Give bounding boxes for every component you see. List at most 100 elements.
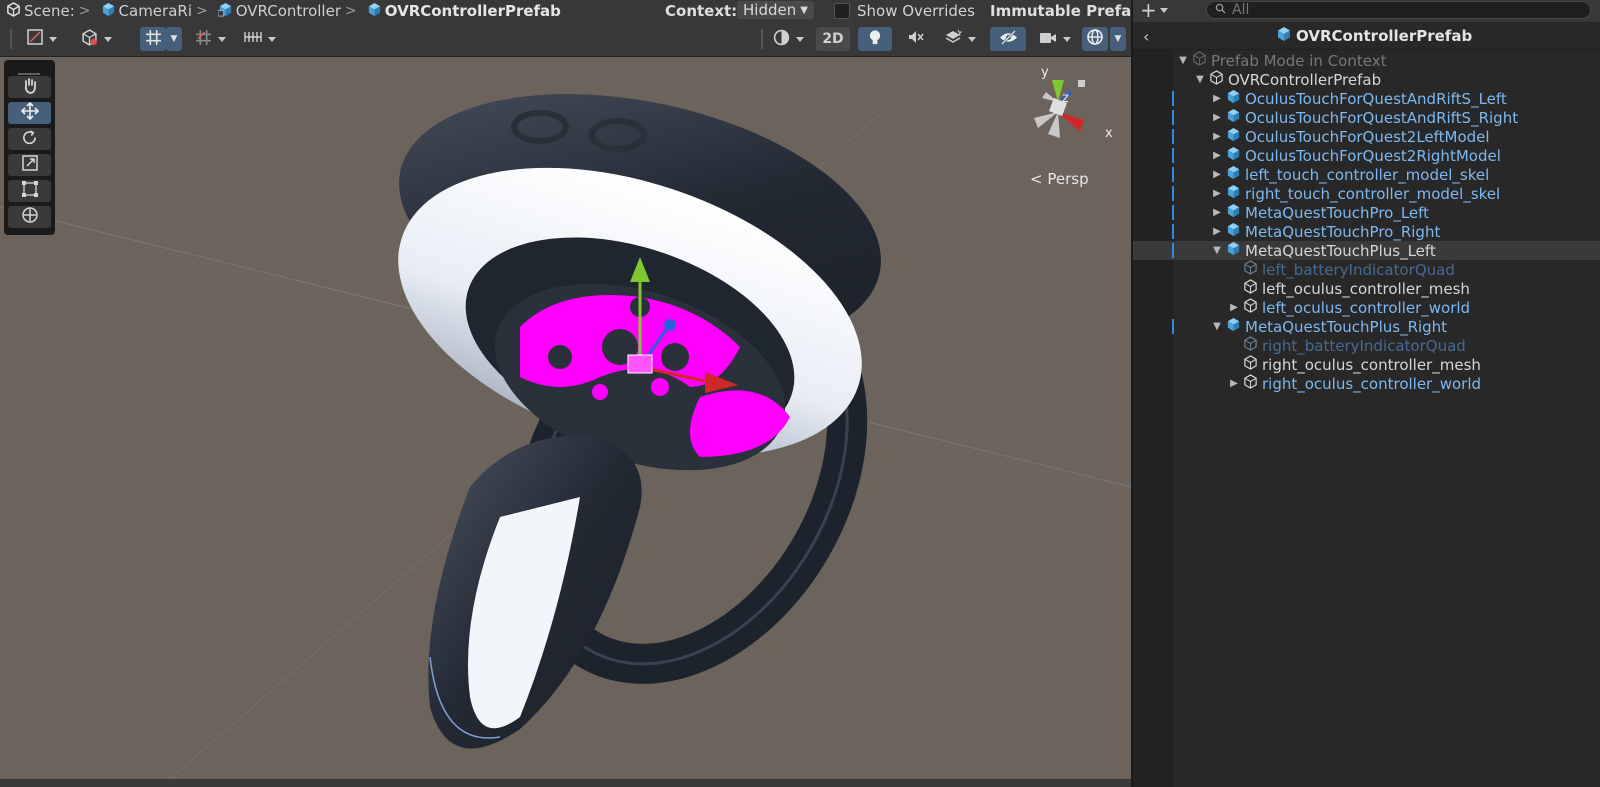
prefab-cube-icon [1226, 146, 1241, 165]
toggle-2d-button[interactable]: 2D [816, 27, 850, 51]
hierarchy-row-label: right_touch_controller_model_skel [1245, 184, 1501, 203]
expand-down-icon[interactable]: ▼ [1211, 245, 1223, 256]
gizmos-button[interactable] [1082, 27, 1108, 51]
hierarchy-row-label: MetaQuestTouchPlus_Right [1245, 317, 1448, 336]
unity-scene-icon [6, 1, 21, 21]
gameobject-cube-icon [1243, 355, 1258, 374]
hierarchy-row-label: left_touch_controller_model_skel [1245, 165, 1490, 184]
chevron-down-icon[interactable] [1160, 8, 1168, 13]
hierarchy-row[interactable]: ▼ OVRControllerPrefab [1133, 70, 1600, 89]
context-label: Context: [665, 2, 738, 20]
scene-audio-button[interactable] [900, 27, 930, 51]
hierarchy-row-label: right_oculus_controller_mesh [1262, 355, 1481, 374]
prefab-header: ‹ OVRControllerPrefab [1133, 24, 1600, 50]
rotate-icon [21, 129, 38, 150]
hierarchy-row[interactable]: left_oculus_controller_mesh [1133, 279, 1600, 298]
scene-visibility-button[interactable] [990, 27, 1026, 51]
scene-lighting-button[interactable] [858, 27, 892, 51]
chevron-down-icon: ▼ [170, 34, 178, 44]
override-marker [1172, 91, 1174, 106]
expand-right-icon[interactable]: ▶ [1211, 150, 1223, 161]
gizmos-dropdown[interactable]: ▼ [1110, 27, 1126, 51]
eye-hidden-icon [999, 29, 1018, 49]
grid-snap-dropdown[interactable]: ▼ [166, 27, 182, 51]
hierarchy-row[interactable]: ▼ MetaQuestTouchPlus_Right [1133, 317, 1600, 336]
scene-view[interactable] [0, 57, 1131, 779]
search-icon [1215, 2, 1226, 18]
expand-right-icon[interactable]: ▶ [1211, 226, 1223, 237]
hierarchy-row[interactable]: ▶ OculusTouchForQuest2LeftModel [1133, 127, 1600, 146]
scale-tool-button[interactable] [8, 154, 51, 176]
prefab-cube-icon [1226, 127, 1241, 146]
hierarchy-row[interactable]: left_batteryIndicatorQuad [1133, 260, 1600, 279]
hierarchy-row[interactable]: ▶ left_oculus_controller_world [1133, 298, 1600, 317]
breadcrumb-separator-icon: > [78, 3, 91, 19]
orientation-gizmo[interactable]: y z x [1018, 62, 1128, 157]
prefab-cube-icon [1226, 222, 1241, 241]
expand-down-icon[interactable]: ▼ [1194, 74, 1206, 85]
prefab-cube-icon [1226, 184, 1241, 203]
increment-snap-button[interactable] [190, 27, 230, 51]
tools-overlay [4, 60, 55, 235]
expand-down-icon[interactable]: ▼ [1211, 321, 1223, 332]
breadcrumb-camerarig[interactable]: CameraRi [95, 2, 192, 21]
gizmo-lock-icon[interactable] [1078, 80, 1085, 87]
hierarchy-row[interactable]: ▶ OculusTouchForQuestAndRiftS_Right [1133, 108, 1600, 127]
overlay-grip-icon[interactable] [18, 64, 40, 79]
prefab-cube-icon [1276, 26, 1292, 46]
lightbulb-icon [867, 29, 883, 50]
expand-right-icon[interactable]: ▶ [1228, 302, 1240, 313]
breadcrumb-scene[interactable]: Scene: [0, 1, 75, 21]
create-plus-icon[interactable]: + [1140, 0, 1157, 20]
search-input[interactable] [1230, 1, 1564, 19]
perspective-toggle[interactable]: < Persp [1030, 170, 1089, 188]
transform-tool-button[interactable] [8, 206, 51, 228]
hierarchy-row[interactable]: ▶ MetaQuestTouchPro_Left [1133, 203, 1600, 222]
hierarchy-row[interactable]: right_oculus_controller_mesh [1133, 355, 1600, 374]
show-overrides-toggle[interactable]: Show Overrides [834, 0, 975, 22]
override-marker [1172, 224, 1174, 239]
hierarchy-row[interactable]: right_batteryIndicatorQuad [1133, 336, 1600, 355]
shading-sphere-button[interactable] [768, 27, 808, 51]
gameobject-cube-icon [1243, 260, 1258, 279]
hierarchy-search[interactable] [1206, 1, 1591, 19]
expand-right-icon[interactable]: ▶ [1211, 112, 1223, 123]
hierarchy-row[interactable]: ▶ OculusTouchForQuestAndRiftS_Left [1133, 89, 1600, 108]
hierarchy-row[interactable]: ▼ MetaQuestTouchPlus_Left [1133, 241, 1600, 260]
hierarchy-row[interactable]: ▶ right_oculus_controller_world [1133, 374, 1600, 393]
context-dropdown[interactable]: Hidden ▼ [737, 1, 814, 19]
move-arrows-icon [20, 101, 39, 124]
show-overrides-checkbox[interactable] [834, 3, 850, 19]
draw-mode-button[interactable] [20, 27, 64, 51]
hierarchy-row[interactable]: ▼ Prefab Mode in Context [1133, 51, 1600, 70]
rotate-tool-button[interactable] [8, 128, 51, 150]
render-mode-button[interactable] [74, 27, 118, 51]
rect-tool-button[interactable] [8, 180, 51, 202]
expand-right-icon[interactable]: ▶ [1211, 93, 1223, 104]
hierarchy-row[interactable]: ▶ right_touch_controller_model_skel [1133, 184, 1600, 203]
hierarchy-row-label: OculusTouchForQuestAndRiftS_Right [1245, 108, 1519, 127]
back-arrow-icon[interactable]: ‹ [1143, 27, 1149, 46]
effects-button[interactable] [938, 27, 982, 51]
breadcrumb-ovrcontroller[interactable]: OVRController [212, 2, 341, 21]
expand-right-icon[interactable]: ▶ [1228, 378, 1240, 389]
scene-gizmo-grid-button[interactable] [238, 27, 282, 51]
hierarchy-row[interactable]: ▶ MetaQuestTouchPro_Right [1133, 222, 1600, 241]
increment-snap-icon [195, 29, 212, 50]
breadcrumb-ovrcontrollerprefab[interactable]: OVRControllerPrefab [361, 2, 561, 21]
hierarchy-row[interactable]: ▶ OculusTouchForQuest2RightModel [1133, 146, 1600, 165]
expand-right-icon[interactable]: ▶ [1211, 131, 1223, 142]
expand-right-icon[interactable]: ▶ [1211, 207, 1223, 218]
grid-snap-button[interactable] [140, 27, 166, 51]
gameobject-cube-icon [1209, 70, 1224, 89]
shaded-sphere-icon [773, 29, 790, 50]
expand-right-icon[interactable]: ▶ [1211, 188, 1223, 199]
hand-tool-button[interactable] [8, 76, 51, 98]
hierarchy-row[interactable]: ▶ left_touch_controller_model_skel [1133, 165, 1600, 184]
gameobject-cube-icon [1243, 336, 1258, 355]
expand-right-icon[interactable]: ▶ [1211, 169, 1223, 180]
move-tool-button[interactable] [8, 101, 51, 124]
controller-model-render [0, 94, 1131, 779]
expand-down-icon[interactable]: ▼ [1177, 55, 1189, 66]
camera-settings-button[interactable] [1034, 27, 1076, 51]
